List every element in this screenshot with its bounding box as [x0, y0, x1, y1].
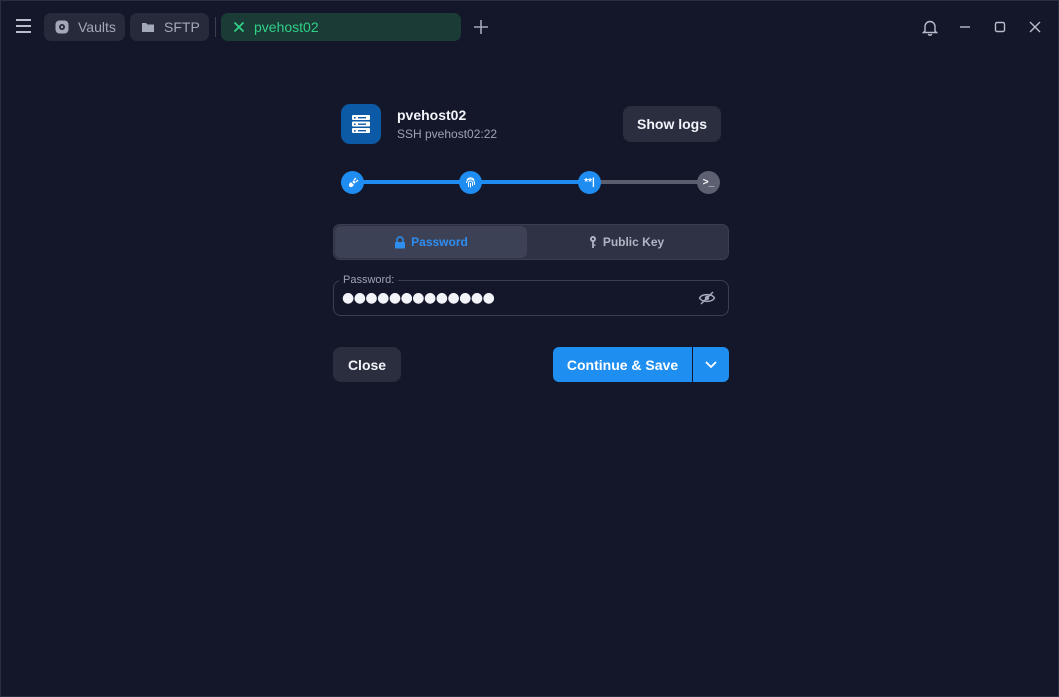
- maximize-icon[interactable]: [989, 16, 1011, 38]
- tab-sftp[interactable]: SFTP: [130, 13, 209, 41]
- continue-options-dropdown-button[interactable]: [693, 347, 729, 382]
- host-connection-info: SSH pvehost02:22: [397, 127, 498, 141]
- notifications-bell-icon[interactable]: [919, 16, 941, 38]
- folder-icon: [140, 19, 156, 35]
- new-tab-plus-icon[interactable]: [471, 17, 491, 37]
- hamburger-menu-icon[interactable]: [15, 17, 35, 35]
- key-icon: [588, 235, 598, 249]
- progress-track-remaining: [590, 180, 709, 184]
- title-bar: Vaults SFTP pvehost02: [1, 1, 1058, 53]
- step-connect-plug-icon: [341, 171, 364, 194]
- tab-vaults[interactable]: Vaults: [44, 13, 125, 41]
- server-icon: [341, 104, 381, 144]
- password-input-value[interactable]: ●●●●●●●●●●●●●: [342, 290, 495, 306]
- auth-method-switch: Password Public Key: [333, 224, 729, 260]
- tab-sftp-label: SFTP: [164, 19, 200, 35]
- tab-active-label: pvehost02: [254, 19, 319, 35]
- tab-password[interactable]: Password: [335, 226, 527, 258]
- tab-divider: [215, 17, 216, 37]
- minimize-icon[interactable]: [954, 16, 976, 38]
- step-password-icon: **|: [578, 171, 601, 194]
- tab-vaults-label: Vaults: [78, 19, 116, 35]
- host-name: pvehost02: [397, 107, 467, 123]
- toggle-visibility-eye-off-icon[interactable]: [698, 290, 716, 306]
- vault-icon: [54, 19, 70, 35]
- close-button[interactable]: Close: [333, 347, 401, 382]
- tab-password-label: Password: [411, 235, 468, 249]
- step-terminal-icon: >_: [697, 171, 720, 194]
- show-logs-button[interactable]: Show logs: [623, 106, 721, 142]
- tab-public-key[interactable]: Public Key: [530, 226, 722, 258]
- tab-pvehost02[interactable]: pvehost02: [221, 13, 461, 41]
- password-field-label: Password:: [339, 274, 399, 286]
- tab-public-key-label: Public Key: [602, 235, 665, 249]
- close-tab-icon[interactable]: [231, 19, 247, 35]
- lock-icon: [394, 235, 406, 249]
- close-window-icon[interactable]: [1024, 16, 1046, 38]
- chevron-down-icon: [704, 356, 718, 374]
- step-fingerprint-icon: [459, 171, 482, 194]
- continue-and-save-button[interactable]: Continue & Save: [553, 347, 692, 382]
